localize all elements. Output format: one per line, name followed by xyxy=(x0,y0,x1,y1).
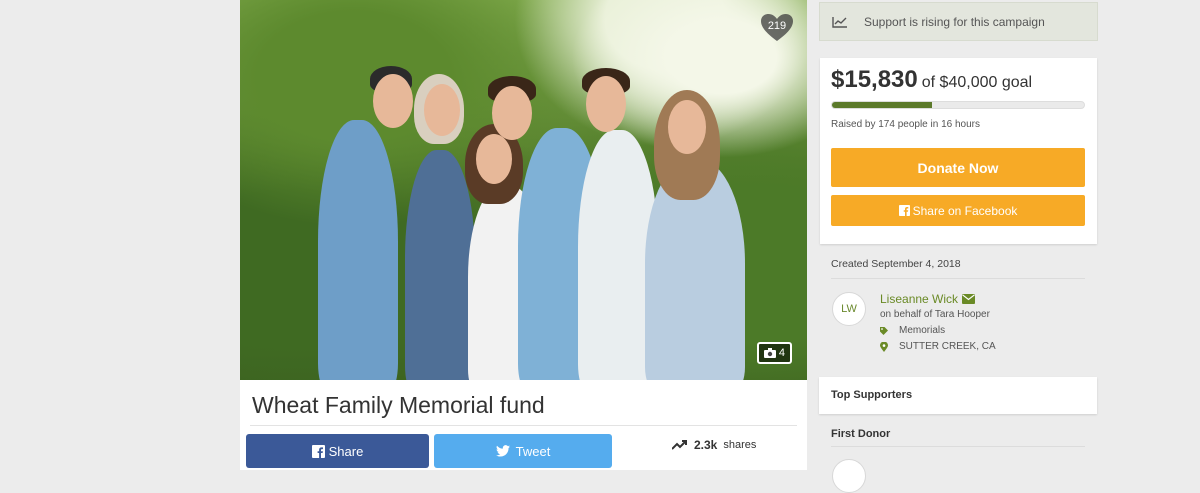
raised-by-text: Raised by 174 people in 16 hours xyxy=(831,119,980,130)
share-on-facebook-label: Share on Facebook xyxy=(912,203,1018,218)
campaign-title-card: Wheat Family Memorial fund Share Tweet 2… xyxy=(240,380,807,470)
photo-face xyxy=(373,74,413,128)
divider xyxy=(831,446,1085,447)
category-link[interactable]: Memorials xyxy=(899,325,945,336)
donor-avatar[interactable] xyxy=(832,459,866,493)
photo-gallery-button[interactable]: 4 xyxy=(756,342,792,364)
campaign-title: Wheat Family Memorial fund xyxy=(252,392,545,418)
map-pin-icon xyxy=(880,341,888,352)
heart-count-badge[interactable]: 219 xyxy=(761,14,793,42)
first-donor-heading: First Donor xyxy=(831,428,891,440)
goal-text: of $40,000 goal xyxy=(921,74,1033,91)
shares-count: 2.3k shares xyxy=(672,438,756,452)
progress-fill xyxy=(832,102,932,108)
location-row: SUTTER CREEK, CA xyxy=(880,341,996,352)
progress-bar xyxy=(831,101,1085,109)
location-text: SUTTER CREEK, CA xyxy=(899,341,996,352)
donate-now-button[interactable]: Donate Now xyxy=(831,148,1085,187)
top-supporters-heading: Top Supporters xyxy=(831,389,913,401)
top-supporters-section: Top Supporters xyxy=(819,377,1097,414)
chart-line-icon xyxy=(832,16,848,28)
heart-count: 219 xyxy=(767,20,787,32)
trending-up-icon xyxy=(672,440,687,450)
photo-person xyxy=(318,120,398,380)
raised-amount: $15,830 xyxy=(831,66,918,93)
camera-icon xyxy=(763,348,776,358)
facebook-icon xyxy=(311,444,325,458)
organizer-avatar[interactable]: LW xyxy=(832,292,866,326)
share-on-facebook-button[interactable]: Share on Facebook xyxy=(831,195,1085,226)
created-date: Created September 4, 2018 xyxy=(831,258,961,270)
twitter-icon xyxy=(495,445,510,457)
facebook-share-label: Share xyxy=(328,443,364,459)
photo-face xyxy=(476,134,512,184)
photo-face xyxy=(586,76,626,132)
photo-face xyxy=(668,100,706,154)
photo-face xyxy=(424,84,460,136)
photo-person xyxy=(405,150,475,380)
envelope-icon[interactable] xyxy=(962,294,976,304)
support-rising-banner: Support is rising for this campaign xyxy=(819,2,1098,41)
facebook-icon xyxy=(898,205,910,216)
organizer-name-link[interactable]: Liseanne Wick xyxy=(880,292,976,306)
donation-card: $15,830 of $40,000 goal Raised by 174 pe… xyxy=(820,58,1097,244)
category-row: Memorials xyxy=(880,325,945,336)
tweet-label: Tweet xyxy=(515,443,551,459)
support-rising-text: Support is rising for this campaign xyxy=(864,14,1045,29)
raised-summary: $15,830 of $40,000 goal xyxy=(831,66,1032,94)
divider xyxy=(250,425,797,426)
on-behalf-of: on behalf of Tara Hooper xyxy=(880,309,990,320)
photo-face xyxy=(492,86,532,140)
tag-icon xyxy=(880,326,888,335)
divider xyxy=(831,278,1085,279)
organizer-name: Liseanne Wick xyxy=(880,292,959,306)
photo-count: 4 xyxy=(778,347,785,359)
shares-label: shares xyxy=(723,439,757,451)
shares-value: 2.3k xyxy=(694,438,718,452)
campaign-photo[interactable]: 219 4 xyxy=(240,0,807,380)
